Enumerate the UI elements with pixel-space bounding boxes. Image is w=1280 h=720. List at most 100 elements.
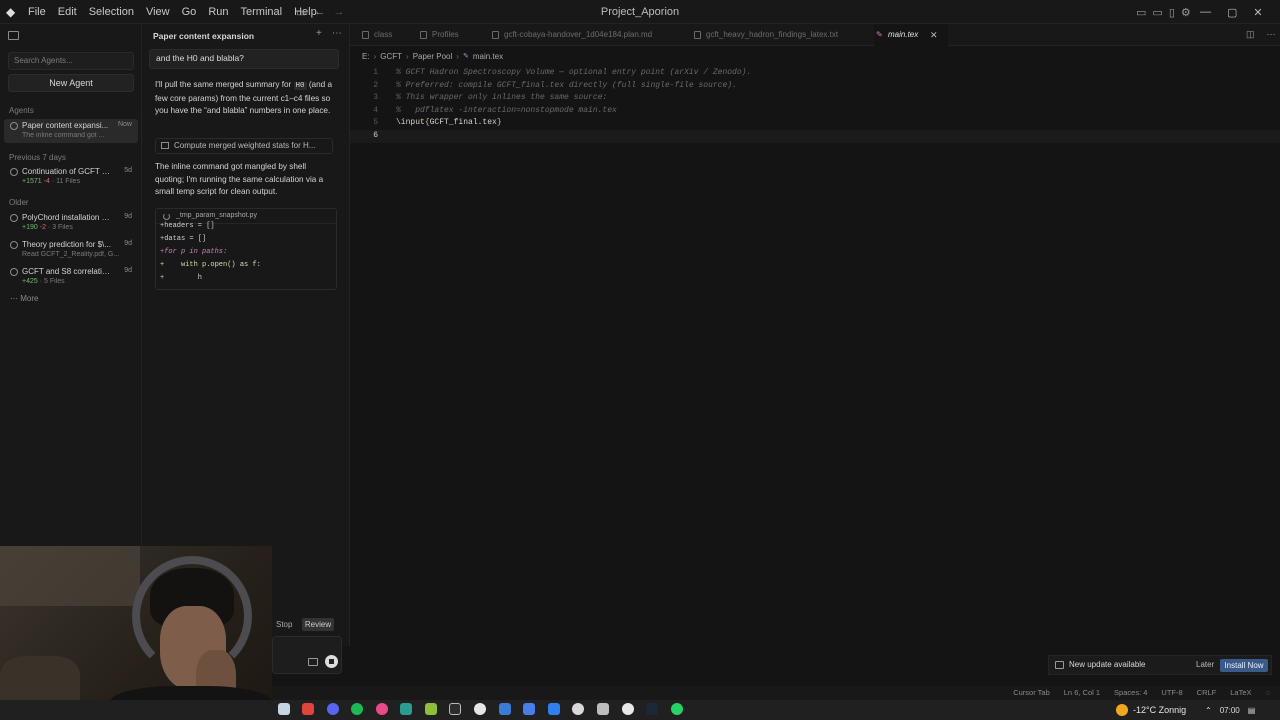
spotify-icon[interactable] [351, 703, 363, 715]
stop-button[interactable]: Stop [276, 620, 292, 629]
tray-chevron-icon[interactable]: ⌃ [1205, 706, 1212, 715]
app-icon[interactable] [597, 703, 609, 715]
editor-actions: ◫ ⋯ [1246, 29, 1276, 40]
close-tab-icon[interactable]: ✕ [930, 24, 938, 46]
panel-toggle-icon[interactable] [8, 31, 19, 40]
toggle-secondary-icon[interactable]: ▯ [1169, 6, 1175, 19]
review-button[interactable]: Review [302, 618, 334, 631]
webcam-background [0, 546, 140, 606]
agent-diff-summary: +425 · 5 Files [22, 278, 65, 285]
image-attach-icon[interactable] [308, 658, 318, 666]
status-encoding[interactable]: UTF-8 [1161, 686, 1182, 700]
toggle-sidebar-icon[interactable]: ▭ [1136, 6, 1146, 19]
tab-findings-txt[interactable]: gcft_heavy_hadron_findings_latex.txt [692, 24, 838, 46]
agent-time: 9d [124, 267, 132, 274]
app-icon[interactable] [499, 703, 511, 715]
app-icon[interactable] [572, 703, 584, 715]
whatsapp-icon[interactable] [671, 703, 683, 715]
new-agent-button[interactable]: New Agent [8, 74, 134, 92]
code-line-current: 6 [350, 129, 1280, 143]
chat-composer[interactable] [272, 636, 342, 674]
chat-title: Paper content expansion [153, 31, 255, 41]
tab-main-tex[interactable]: ✎ main.tex ✕ [874, 24, 948, 46]
tab-profiles[interactable]: Profiles [418, 24, 459, 46]
status-eol[interactable]: CRLF [1197, 686, 1217, 700]
breadcrumb-folder[interactable]: GCFT [380, 52, 402, 61]
file-icon [420, 31, 427, 39]
brave-browser-icon[interactable] [302, 703, 314, 715]
more-options-icon[interactable]: ⋯ [332, 28, 342, 39]
editor-tab-bar: class Profiles gcft-cobaya-handover_1d04… [350, 24, 1280, 46]
chatgpt-icon[interactable] [474, 703, 486, 715]
tab-class[interactable]: class [360, 24, 392, 46]
stop-generation-icon[interactable] [325, 655, 338, 668]
agent-item[interactable]: GCFT and S8 correlation ... +425 · 5 Fil… [4, 265, 138, 289]
file-edit-preview[interactable]: _tmp_param_snapshot.py +headers = [] +da… [155, 208, 337, 290]
status-indent[interactable]: Spaces: 4 [1114, 686, 1147, 700]
add-chat-icon[interactable]: + [316, 28, 322, 39]
more-agents-link[interactable]: ⋯ More [10, 294, 38, 303]
app-icon[interactable] [622, 703, 634, 715]
system-tray: ⌃ 07:00 ▤ [1205, 700, 1255, 720]
status-language[interactable]: LaTeX [1230, 686, 1251, 700]
notification-center-icon[interactable]: ▤ [1248, 706, 1256, 715]
app-icon[interactable] [376, 703, 388, 715]
code-comment: % GCFT Hadron Spectroscopy Volume — opti… [396, 68, 752, 77]
tab-plan-md[interactable]: gcft-cobaya-handover_1d04e184.plan.md [490, 24, 652, 46]
later-button[interactable]: Later [1196, 660, 1214, 669]
layout-controls: ▭ ▭ ▯ ⚙ [1136, 0, 1191, 24]
update-notification: New update available Later Install Now [1048, 655, 1272, 675]
chat-header-actions: + ⋯ [316, 28, 342, 39]
status-cursor-tab[interactable]: Cursor Tab [1013, 686, 1050, 700]
agent-item[interactable]: Theory prediction for $\... Read GCFT_2_… [4, 238, 138, 262]
more-actions-icon[interactable]: ⋯ [1267, 29, 1276, 40]
agent-title: Continuation of GCFT Co... [22, 167, 114, 176]
app-icon[interactable] [400, 703, 412, 715]
code-line: 2 % Preferred: compile GCFT_final.tex di… [350, 80, 1280, 93]
user-message[interactable]: and the H0 and blabla? [149, 49, 339, 69]
loading-spinner-icon [163, 213, 170, 220]
agent-title: Theory prediction for $\... [22, 240, 111, 249]
status-position[interactable]: Ln 6, Col 1 [1064, 686, 1100, 700]
inline-code: H0 [293, 82, 307, 90]
code-editor[interactable]: 1 % GCFT Hadron Spectroscopy Volume — op… [350, 67, 1280, 143]
toggle-panel-icon[interactable]: ▭ [1152, 6, 1162, 19]
clock[interactable]: 07:00 [1220, 706, 1240, 715]
tex-file-icon: ✎ [462, 53, 469, 60]
split-editor-icon[interactable]: ◫ [1246, 29, 1255, 40]
code-diff: +headers = [] +datas = [] +for p in path… [160, 222, 261, 282]
cursor-app-icon[interactable] [449, 703, 461, 715]
tool-call-item[interactable]: Compute merged weighted stats for H... [155, 138, 333, 154]
install-now-button[interactable]: Install Now [1220, 659, 1268, 672]
file-explorer-icon[interactable] [278, 703, 290, 715]
agent-item[interactable]: Continuation of GCFT Co... +1571 -4 · 11… [4, 165, 138, 189]
close-window-icon[interactable]: ✕ [1253, 6, 1262, 19]
notifications-bell-icon[interactable]: ◌ [1266, 686, 1270, 700]
notepad-icon[interactable] [425, 703, 437, 715]
agent-diff-summary: +190 -2 · 3 Files [22, 224, 73, 231]
agents-sidebar: Search Agents... New Agent Agents Paper … [0, 24, 142, 546]
terminal-icon [161, 142, 169, 149]
webcam-overlay [0, 546, 272, 720]
tool-call-label: Compute merged weighted stats for H... [174, 141, 316, 150]
breadcrumb-drive[interactable]: E: [362, 52, 370, 61]
agent-time: 9d [124, 213, 132, 220]
minimize-icon[interactable]: — [1200, 6, 1211, 18]
agent-diff-summary: +1571 -4 · 11 Files [22, 178, 81, 185]
code-comment: % This wrapper only inlines the same sou… [396, 93, 608, 103]
agent-item[interactable]: PolyChord installation er... +190 -2 · 3… [4, 211, 138, 235]
line-number: 4 [373, 105, 378, 115]
settings-gear-icon[interactable]: ⚙ [1181, 6, 1191, 19]
steam-icon[interactable] [646, 703, 658, 715]
app-icon[interactable] [548, 703, 560, 715]
breadcrumb-file[interactable]: main.tex [473, 52, 503, 61]
maximize-icon[interactable]: ▢ [1227, 6, 1237, 19]
weather-widget[interactable]: -12°C Zonnig [1116, 700, 1186, 720]
agent-item[interactable]: Paper content expansi... The inline comm… [4, 119, 138, 143]
app-icon[interactable] [523, 703, 535, 715]
agent-status-icon [10, 122, 18, 130]
discord-icon[interactable] [327, 703, 339, 715]
file-icon [362, 31, 369, 39]
breadcrumb-folder[interactable]: Paper Pool [413, 52, 453, 61]
search-agents-input[interactable]: Search Agents... [8, 52, 134, 70]
